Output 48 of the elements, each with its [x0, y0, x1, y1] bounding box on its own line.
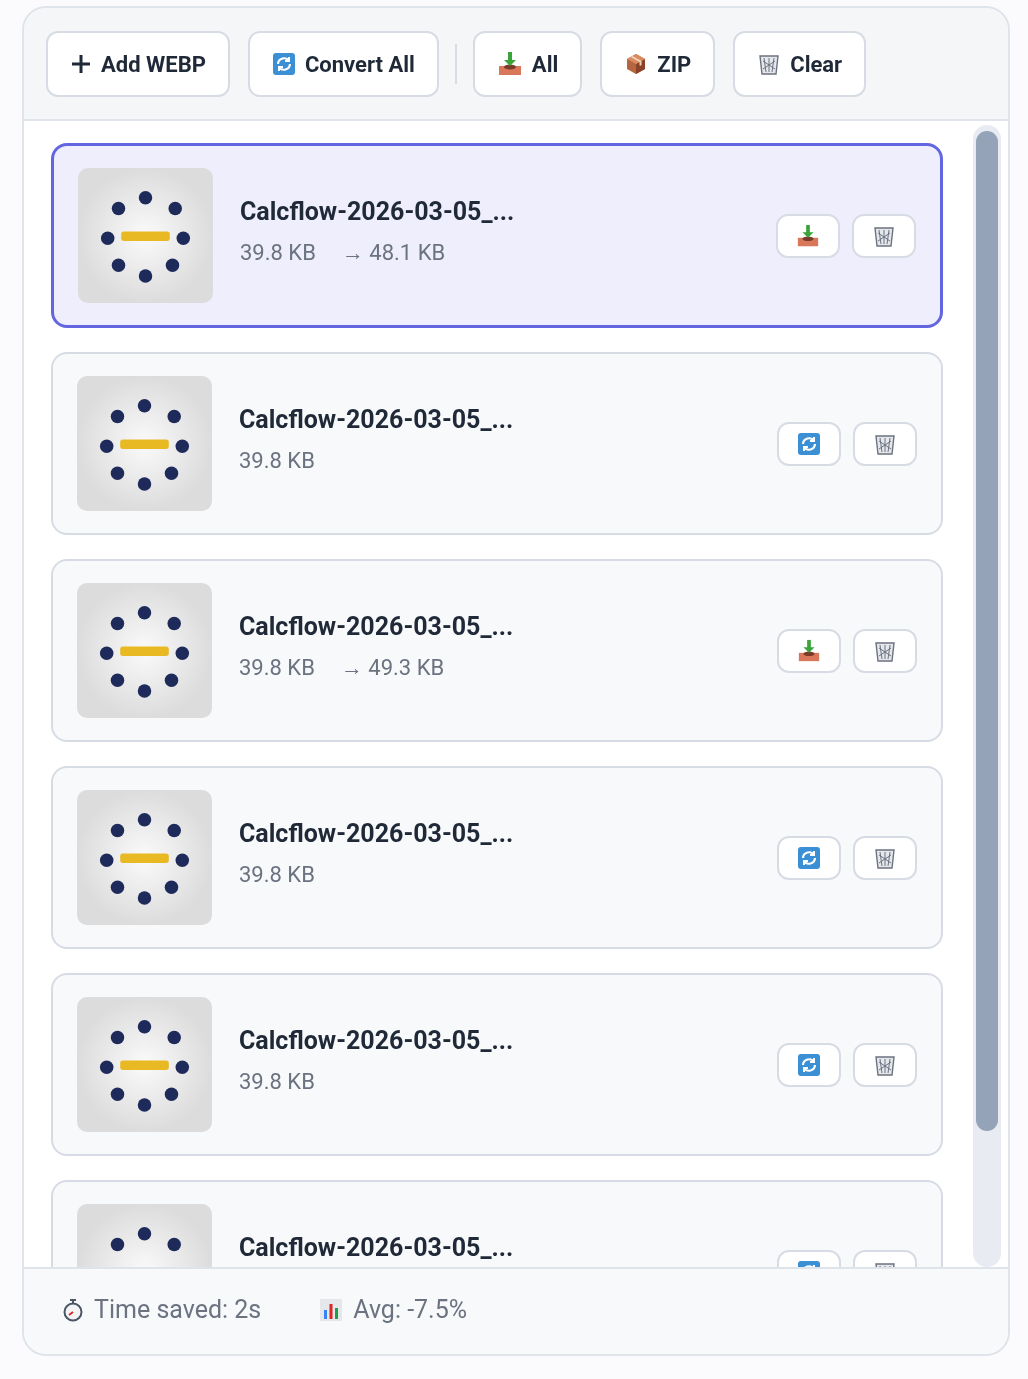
file-size: 39.8 KB — [239, 448, 315, 473]
download-button[interactable] — [777, 628, 841, 673]
toolbar-button[interactable]: Clear — [733, 31, 867, 97]
time-saved-text: Time saved: 2s — [94, 1295, 262, 1324]
file-card[interactable]: Calcflow-2026-03-05_... — [51, 1180, 943, 1267]
refresh-icon — [271, 52, 296, 76]
file-card[interactable]: Calcflow-2026-03-05_... 39.8 KB — [51, 973, 943, 1156]
plus-icon — [70, 53, 92, 75]
convert-button[interactable] — [777, 1042, 841, 1087]
file-size: 39.8 KB — [239, 1069, 315, 1094]
delete-button[interactable] — [853, 835, 917, 880]
file-card[interactable]: Calcflow-2026-03-05_... 39.8 KB → 48.1 KB — [51, 143, 943, 328]
convert-button[interactable] — [777, 835, 841, 880]
download-tray-icon — [797, 638, 821, 663]
scrollbar[interactable] — [976, 131, 998, 1131]
delete-button[interactable] — [852, 213, 916, 258]
refresh-icon — [797, 845, 821, 870]
file-size: 39.8 KB — [240, 240, 316, 266]
file-card[interactable]: Calcflow-2026-03-05_... 39.8 KB → 49.3 KB — [51, 559, 943, 742]
toolbar-button[interactable]: Convert All — [247, 31, 439, 97]
file-card[interactable]: Calcflow-2026-03-05_... 39.8 KB — [51, 766, 943, 949]
output-size: → 49.3 KB — [340, 655, 445, 681]
download-tray-icon — [496, 51, 523, 77]
download-button[interactable] — [776, 213, 840, 258]
file-card[interactable]: Calcflow-2026-03-05_... 39.8 KB — [51, 352, 943, 535]
bar-chart-icon — [319, 1297, 344, 1322]
delete-button[interactable] — [853, 628, 917, 673]
refresh-icon — [797, 1052, 821, 1077]
toolbar-button[interactable]: All — [472, 31, 583, 97]
file-name: Calcflow-2026-03-05_... — [239, 819, 515, 848]
file-name: Calcflow-2026-03-05_... — [240, 197, 516, 226]
file-name: Calcflow-2026-03-05_... — [239, 1233, 515, 1262]
stopwatch-icon — [62, 1297, 84, 1322]
file-size: 39.8 KB — [239, 862, 315, 887]
file-name: Calcflow-2026-03-05_... — [239, 612, 515, 641]
trash-icon — [757, 52, 782, 76]
delete-button[interactable] — [853, 1042, 917, 1087]
average-text: Avg: -7.5% — [353, 1295, 468, 1324]
file-name: Calcflow-2026-03-05_... — [239, 405, 515, 434]
toolbar-button[interactable]: ZIP — [600, 31, 716, 97]
toolbar-button[interactable]: Add WEBP — [46, 31, 230, 97]
download-tray-icon — [796, 223, 820, 248]
refresh-icon — [797, 431, 821, 456]
delete-button[interactable] — [853, 421, 917, 466]
file-size: 39.8 KB — [239, 655, 315, 681]
file-name: Calcflow-2026-03-05_... — [239, 1026, 515, 1055]
output-size: → 48.1 KB — [341, 240, 446, 266]
convert-button[interactable] — [777, 421, 841, 466]
